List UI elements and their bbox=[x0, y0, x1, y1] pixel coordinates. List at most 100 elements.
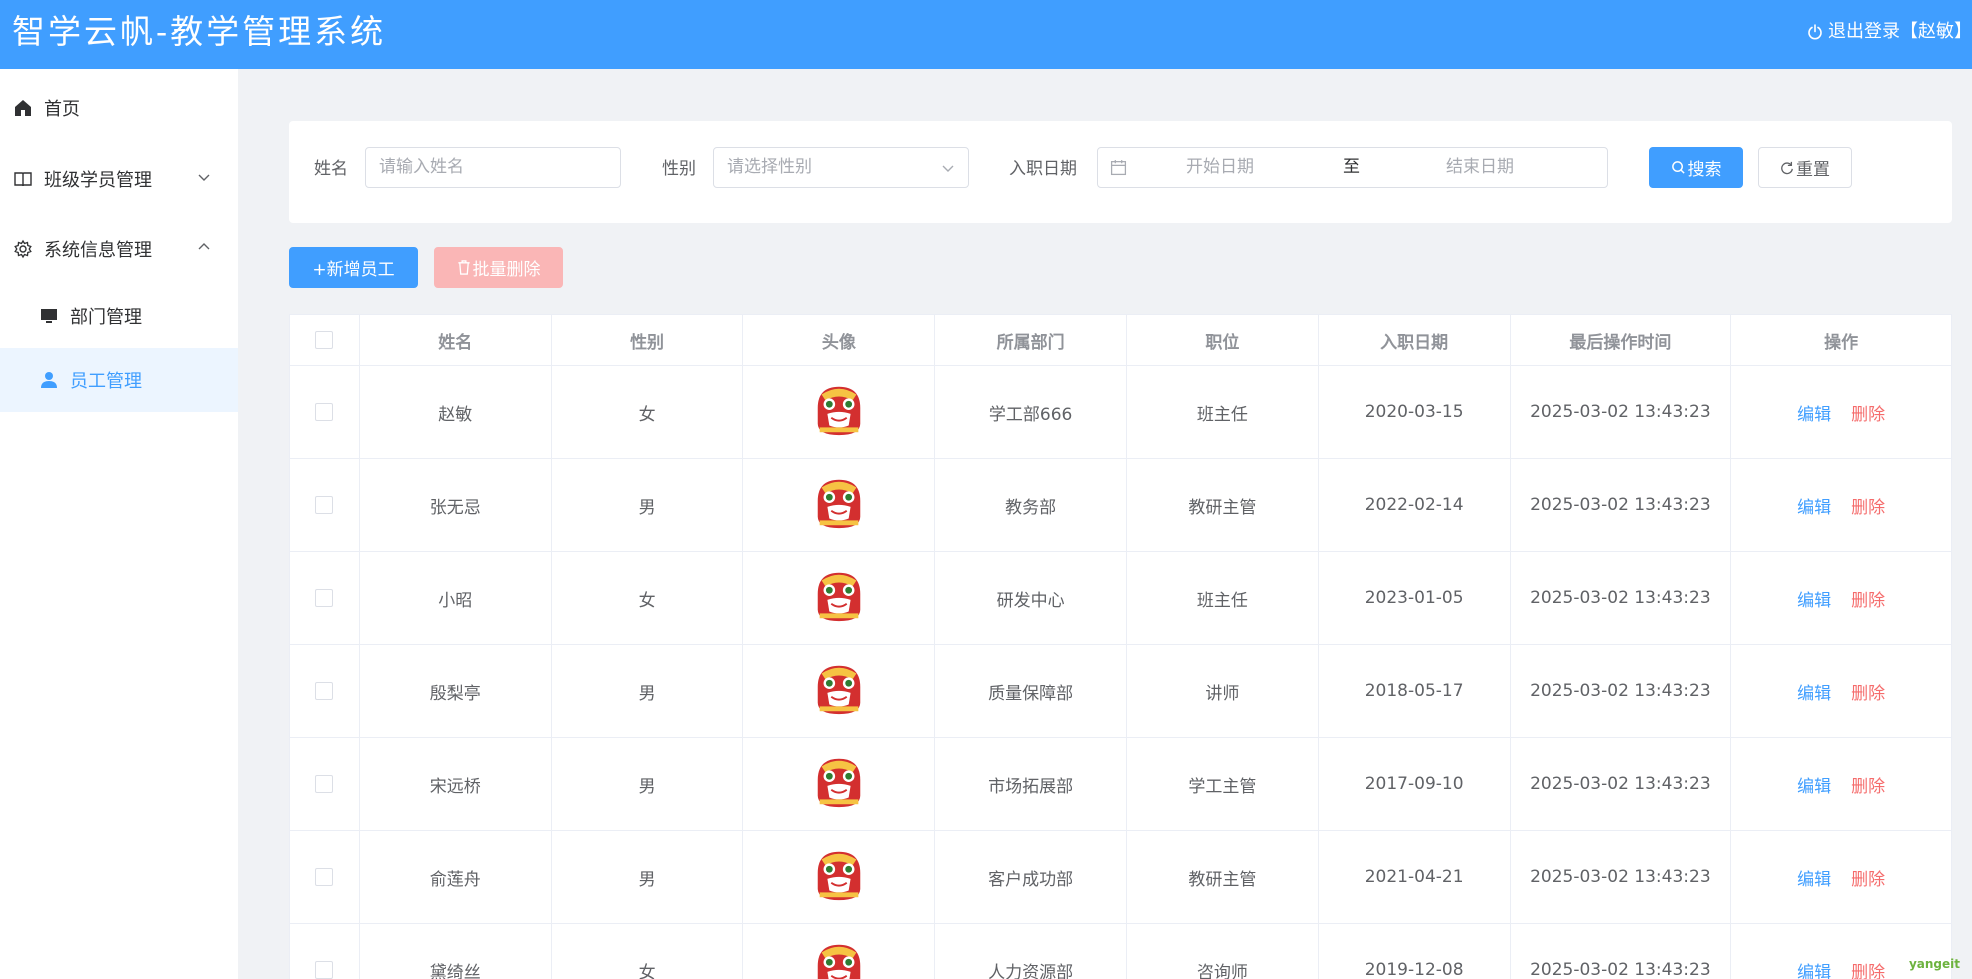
search-button-label: 搜索 bbox=[1687, 160, 1722, 180]
avatar bbox=[810, 753, 868, 816]
cell-dept: 市场拓展部 bbox=[935, 738, 1127, 830]
cell-entry-date: 2022-02-14 bbox=[1319, 459, 1511, 551]
row-checkbox[interactable] bbox=[315, 775, 334, 793]
cell-dept: 客户成功部 bbox=[935, 831, 1127, 923]
edit-link[interactable]: 编辑 bbox=[1797, 865, 1831, 890]
delete-link[interactable]: 删除 bbox=[1851, 400, 1885, 425]
edit-link[interactable]: 编辑 bbox=[1797, 679, 1831, 704]
cell-position: 咨询师 bbox=[1127, 924, 1319, 979]
cell-actions: 编辑 删除 bbox=[1731, 645, 1951, 737]
gender-select[interactable]: 请选择性别 bbox=[713, 147, 969, 188]
logout-button[interactable]: 退出登录【赵敏】 bbox=[1807, 20, 1972, 44]
cell-actions: 编辑 删除 bbox=[1731, 831, 1951, 923]
cell-position: 教研主管 bbox=[1127, 831, 1319, 923]
cell-actions: 编辑 删除 bbox=[1731, 366, 1951, 458]
delete-link[interactable]: 删除 bbox=[1851, 493, 1885, 518]
home-icon bbox=[12, 97, 34, 119]
table-body: 赵敏女学工部666 班主任 2020-03-15 2025-03-02 13:43:2… bbox=[290, 366, 1951, 979]
chevron-up-icon[interactable] bbox=[196, 239, 212, 255]
sidebar-item-class-students[interactable]: 班级学员管理 bbox=[0, 147, 238, 211]
sidebar-item-system-info[interactable]: 系统信息管理 bbox=[0, 217, 238, 281]
sidebar-item-label: 员工管理 bbox=[70, 371, 142, 392]
reset-button[interactable]: 重置 bbox=[1758, 147, 1852, 188]
sidebar: 首页 班级学员管理 系统信息管理 部门管理 员工管理 bbox=[0, 69, 238, 979]
cell-gender: 女 bbox=[552, 552, 744, 644]
delete-link[interactable]: 删除 bbox=[1851, 679, 1885, 704]
sidebar-item-label: 首页 bbox=[44, 99, 80, 120]
edit-link[interactable]: 编辑 bbox=[1797, 400, 1831, 425]
chevron-down-icon[interactable] bbox=[196, 169, 212, 185]
table-row: 赵敏女 学工部666 班主任 2020-03-15 2025-03-02 13:43:2… bbox=[290, 366, 1951, 459]
refresh-icon bbox=[1781, 161, 1793, 174]
delete-link[interactable]: 删除 bbox=[1851, 958, 1885, 979]
cell-gender: 男 bbox=[552, 831, 744, 923]
row-select-cell bbox=[290, 738, 360, 830]
cell-avatar bbox=[743, 924, 936, 979]
cell-avatar bbox=[743, 552, 936, 644]
select-all-cell bbox=[290, 315, 360, 365]
user-icon bbox=[38, 369, 60, 391]
name-input[interactable]: 请输入姓名 bbox=[365, 147, 621, 188]
cell-actions: 编辑 删除 bbox=[1731, 459, 1951, 551]
col-header-avatar: 头像 bbox=[743, 315, 936, 365]
col-header-entry-date: 入职日期 bbox=[1319, 315, 1511, 365]
edit-link[interactable]: 编辑 bbox=[1797, 493, 1831, 518]
batch-delete-button[interactable]: 批量删除 bbox=[434, 247, 563, 288]
app-title: 智学云帆-教学管理系统 bbox=[12, 12, 387, 51]
row-checkbox[interactable] bbox=[315, 496, 334, 514]
logout-label: 退出登录【赵敏】 bbox=[1828, 21, 1972, 42]
row-select-cell bbox=[290, 366, 360, 458]
col-header-actions: 操作 bbox=[1824, 332, 1859, 353]
edit-link[interactable]: 编辑 bbox=[1797, 772, 1831, 797]
select-all-checkbox[interactable] bbox=[315, 331, 334, 349]
table-row: 黛绮丝女 人力资源部 咨询师 2019-12-08 2025-03-02 13:43:2… bbox=[290, 924, 1951, 979]
end-date-input[interactable]: 结束日期 bbox=[1446, 148, 1514, 187]
delete-link[interactable]: 删除 bbox=[1851, 865, 1885, 890]
sidebar-item-label: 部门管理 bbox=[70, 307, 142, 328]
cell-position: 学工主管 bbox=[1127, 738, 1319, 830]
avatar bbox=[810, 846, 868, 909]
cell-updated: 2025-03-02 13:43:23 bbox=[1511, 831, 1732, 923]
cell-dept: 学工部666 bbox=[935, 366, 1127, 458]
row-select-cell bbox=[290, 831, 360, 923]
edit-link[interactable]: 编辑 bbox=[1797, 958, 1831, 979]
book-icon bbox=[12, 168, 34, 190]
row-checkbox[interactable] bbox=[315, 868, 334, 886]
sidebar-item-employees[interactable]: 员工管理 bbox=[0, 348, 238, 412]
add-employee-button[interactable]: +新增员工 bbox=[289, 247, 418, 288]
delete-link[interactable]: 删除 bbox=[1851, 772, 1885, 797]
main-content: 姓名 请输入姓名 性别 请选择性别 入职日期 开始日期 至 结束日期 搜索 重置… bbox=[238, 69, 1972, 979]
row-checkbox[interactable] bbox=[315, 589, 334, 607]
col-header-dept: 所属部门 bbox=[935, 315, 1127, 365]
avatar bbox=[810, 660, 868, 723]
cell-entry-date: 2018-05-17 bbox=[1319, 645, 1511, 737]
row-checkbox[interactable] bbox=[315, 682, 334, 700]
cell-entry-date: 2019-12-08 bbox=[1319, 924, 1511, 979]
row-checkbox[interactable] bbox=[315, 961, 334, 979]
row-checkbox[interactable] bbox=[315, 403, 334, 421]
edit-link[interactable]: 编辑 bbox=[1797, 586, 1831, 611]
cell-updated: 2025-03-02 13:43:23 bbox=[1511, 459, 1732, 551]
delete-link[interactable]: 删除 bbox=[1851, 586, 1885, 611]
entry-date-range-picker[interactable]: 开始日期 至 结束日期 bbox=[1097, 147, 1608, 188]
cell-position: 班主任 bbox=[1127, 552, 1319, 644]
cell-gender: 男 bbox=[552, 738, 744, 830]
cell-dept: 研发中心 bbox=[935, 552, 1127, 644]
power-icon bbox=[1808, 24, 1822, 40]
search-button[interactable]: 搜索 bbox=[1649, 147, 1743, 188]
sidebar-item-home[interactable]: 首页 bbox=[0, 76, 238, 140]
cell-avatar bbox=[743, 459, 936, 551]
start-date-input[interactable]: 开始日期 bbox=[1186, 148, 1254, 187]
cell-position: 班主任 bbox=[1127, 366, 1319, 458]
cell-actions: 编辑 删除 bbox=[1731, 738, 1951, 830]
cell-avatar bbox=[743, 366, 936, 458]
sidebar-item-departments[interactable]: 部门管理 bbox=[0, 284, 238, 348]
add-employee-label: +新增员工 bbox=[312, 260, 395, 280]
table-row: 宋远桥男 市场拓展部 学工主管 2017-09-10 2025-03-02 13:43:… bbox=[290, 738, 1951, 831]
monitor-icon bbox=[38, 305, 60, 327]
col-header-updated: 最后操作时间 bbox=[1511, 315, 1732, 365]
trash-icon bbox=[457, 260, 470, 275]
cell-avatar bbox=[743, 831, 936, 923]
search-form: 姓名 请输入姓名 性别 请选择性别 入职日期 开始日期 至 结束日期 搜索 重置 bbox=[289, 121, 1952, 223]
row-select-cell bbox=[290, 552, 360, 644]
